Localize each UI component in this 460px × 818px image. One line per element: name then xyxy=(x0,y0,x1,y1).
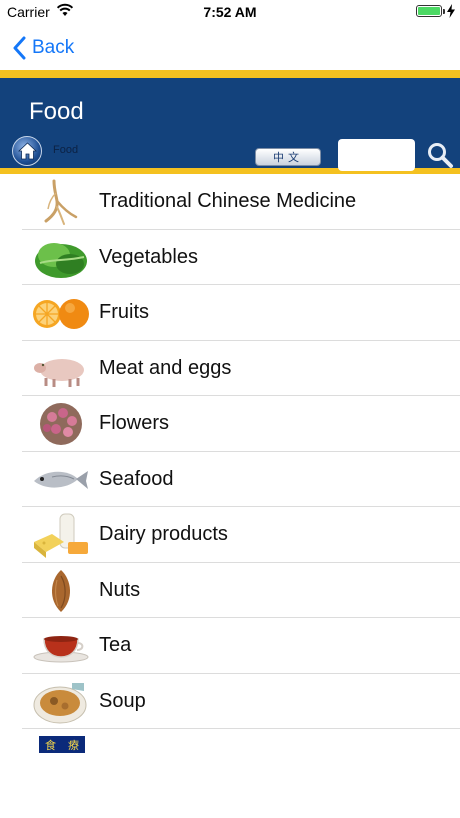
category-label: Tea xyxy=(99,634,132,656)
category-label: Vegetables xyxy=(99,245,198,268)
home-icon xyxy=(18,142,37,160)
category-label: Seafood xyxy=(99,467,174,490)
category-label: Nuts xyxy=(99,578,141,601)
page-title: Food xyxy=(29,98,84,125)
category-item-nuts[interactable]: Nuts xyxy=(22,563,460,618)
category-header: Food Food 中文 xyxy=(0,70,460,174)
status-time: 7:52 AM xyxy=(203,4,257,20)
almond-icon xyxy=(32,568,90,614)
category-label: Fruits xyxy=(99,301,149,323)
category-item-flowers[interactable]: Flowers xyxy=(22,396,460,452)
category-label: Meat and eggs xyxy=(99,356,232,379)
battery-icon xyxy=(416,5,442,17)
pig-icon xyxy=(32,346,90,392)
search-input[interactable] xyxy=(338,139,415,171)
logo-char: 食 xyxy=(45,738,56,752)
dairy-icon xyxy=(32,512,90,558)
category-label: Soup xyxy=(99,689,146,712)
rosebuds-icon xyxy=(32,401,90,447)
navigation-bar: Back xyxy=(0,26,460,70)
breadcrumb[interactable]: Food xyxy=(53,144,78,156)
soup-bowl-icon xyxy=(32,679,90,725)
category-item-tea[interactable]: Tea xyxy=(22,618,460,674)
ginseng-root-icon xyxy=(32,179,90,225)
battery-tip xyxy=(443,9,445,14)
language-toggle-button[interactable]: 中文 xyxy=(255,148,321,166)
category-item-vegetables[interactable]: Vegetables xyxy=(22,230,460,285)
tea-cup-icon xyxy=(32,623,90,669)
charging-bolt-icon xyxy=(447,4,455,18)
category-label: Dairy products xyxy=(99,523,228,545)
chevron-left-icon xyxy=(13,36,26,60)
lettuce-icon xyxy=(32,235,90,281)
food-therapy-logo[interactable]: 食 療 xyxy=(39,736,85,753)
category-item-meat-eggs[interactable]: Meat and eggs xyxy=(22,341,460,396)
logo-char: 療 xyxy=(68,738,79,752)
status-bar: Carrier 7:52 AM xyxy=(0,0,460,24)
category-item-soup[interactable]: Soup xyxy=(22,674,460,729)
category-item-tcm[interactable]: Traditional Chinese Medicine xyxy=(22,174,460,230)
orange-icon xyxy=(32,290,90,336)
category-item-dairy[interactable]: Dairy products xyxy=(22,507,460,563)
home-button[interactable] xyxy=(12,136,42,166)
category-item-fruits[interactable]: Fruits xyxy=(22,285,460,341)
search-icon[interactable] xyxy=(426,141,454,169)
category-list: Traditional Chinese Medicine Vegetables … xyxy=(22,174,460,729)
back-button[interactable]: Back xyxy=(12,34,74,62)
back-label: Back xyxy=(32,37,75,58)
category-item-seafood[interactable]: Seafood xyxy=(22,452,460,507)
category-label: Traditional Chinese Medicine xyxy=(99,190,357,212)
fish-icon xyxy=(32,457,90,503)
category-label: Flowers xyxy=(99,412,170,434)
